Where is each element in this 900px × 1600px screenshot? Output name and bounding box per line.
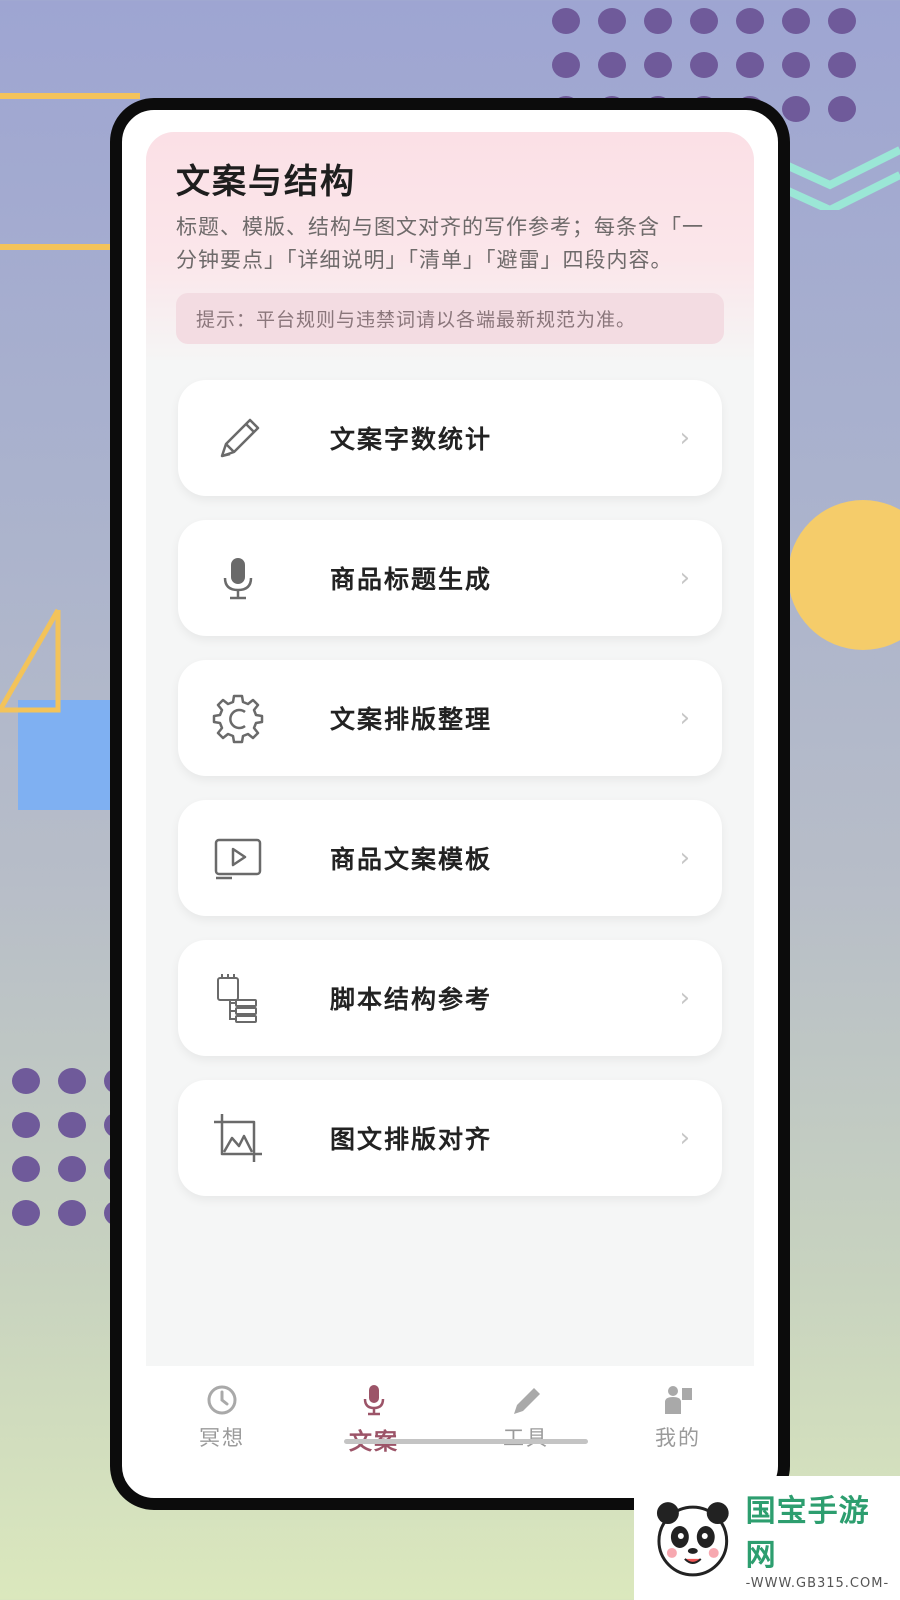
tab-meditation[interactable]: 冥想 xyxy=(162,1366,282,1452)
list-item-copy-template[interactable]: 商品文案模板 › xyxy=(178,800,722,916)
image-crop-icon xyxy=(212,1112,264,1164)
tip-banner: 提示：平台规则与违禁词请以各端最新规范为准。 xyxy=(176,293,724,344)
tab-label: 工具 xyxy=(503,1426,549,1450)
list-item-word-count[interactable]: 文案字数统计 › xyxy=(178,380,722,496)
list-item-title-generator[interactable]: 商品标题生成 › xyxy=(178,520,722,636)
page-header: 文案与结构 标题、模版、结构与图文对齐的写作参考；每条含「一分钟要点」「详细说明… xyxy=(146,132,754,360)
list-item-label: 商品标题生成 xyxy=(330,565,493,594)
list-item-script-structure[interactable]: 脚本结构参考 › xyxy=(178,940,722,1056)
decorative-triangle xyxy=(0,608,61,713)
list-structure-icon xyxy=(212,972,264,1024)
decorative-line-mid xyxy=(0,244,110,250)
decorative-zigzag xyxy=(775,146,900,210)
list-item-label: 脚本结构参考 xyxy=(330,985,493,1014)
app-screen: 文案与结构 标题、模版、结构与图文对齐的写作参考；每条含「一分钟要点」「详细说明… xyxy=(146,132,754,1476)
site-watermark: 国宝手游网 -WWW.GB315.COM- xyxy=(634,1476,900,1600)
list-item-label: 文案字数统计 xyxy=(330,425,493,454)
page-description: 标题、模版、结构与图文对齐的写作参考；每条含「一分钟要点」「详细说明」「清单」「… xyxy=(176,215,704,272)
microphone-icon xyxy=(212,552,264,604)
tab-label: 冥想 xyxy=(199,1426,245,1450)
tab-profile[interactable]: 我的 xyxy=(618,1366,738,1452)
chevron-right-icon: › xyxy=(679,563,690,593)
list-item-label: 文案排版整理 xyxy=(330,705,493,734)
panda-logo-icon xyxy=(656,1502,729,1577)
list-item-copy-formatting[interactable]: 文案排版整理 › xyxy=(178,660,722,776)
watermark-url: -WWW.GB315.COM- xyxy=(745,1575,890,1591)
phone-frame: 文案与结构 标题、模版、结构与图文对齐的写作参考；每条含「一分钟要点」「详细说明… xyxy=(110,98,790,1510)
page-title: 文案与结构 xyxy=(176,162,356,202)
chevron-right-icon: › xyxy=(679,703,690,733)
pencil-icon xyxy=(514,1388,540,1414)
feature-list: 文案字数统计 › 商品标题生成 › 文案排版整理 › 商品文案模板 › 脚本结构… xyxy=(146,360,754,1196)
bottom-tab-bar: 冥想 文案 工具 我的 xyxy=(146,1366,754,1476)
play-video-icon xyxy=(212,832,264,884)
chevron-right-icon: › xyxy=(679,843,690,873)
chevron-right-icon: › xyxy=(679,1123,690,1153)
watermark-brand: 国宝手游网 xyxy=(745,1493,870,1573)
pencil-icon xyxy=(212,412,264,464)
decorative-line-top xyxy=(0,93,140,99)
microphone-icon xyxy=(363,1385,385,1416)
list-item-label: 商品文案模板 xyxy=(330,845,493,874)
list-item-image-text-align[interactable]: 图文排版对齐 › xyxy=(178,1080,722,1196)
chevron-right-icon: › xyxy=(679,423,690,453)
gear-icon xyxy=(212,692,264,744)
tab-indicator xyxy=(344,1439,588,1444)
chevron-right-icon: › xyxy=(679,983,690,1013)
tab-label: 我的 xyxy=(655,1426,701,1450)
clock-icon xyxy=(207,1385,237,1415)
decorative-circle xyxy=(788,500,900,650)
list-item-label: 图文排版对齐 xyxy=(330,1125,493,1154)
person-icon xyxy=(665,1386,692,1414)
